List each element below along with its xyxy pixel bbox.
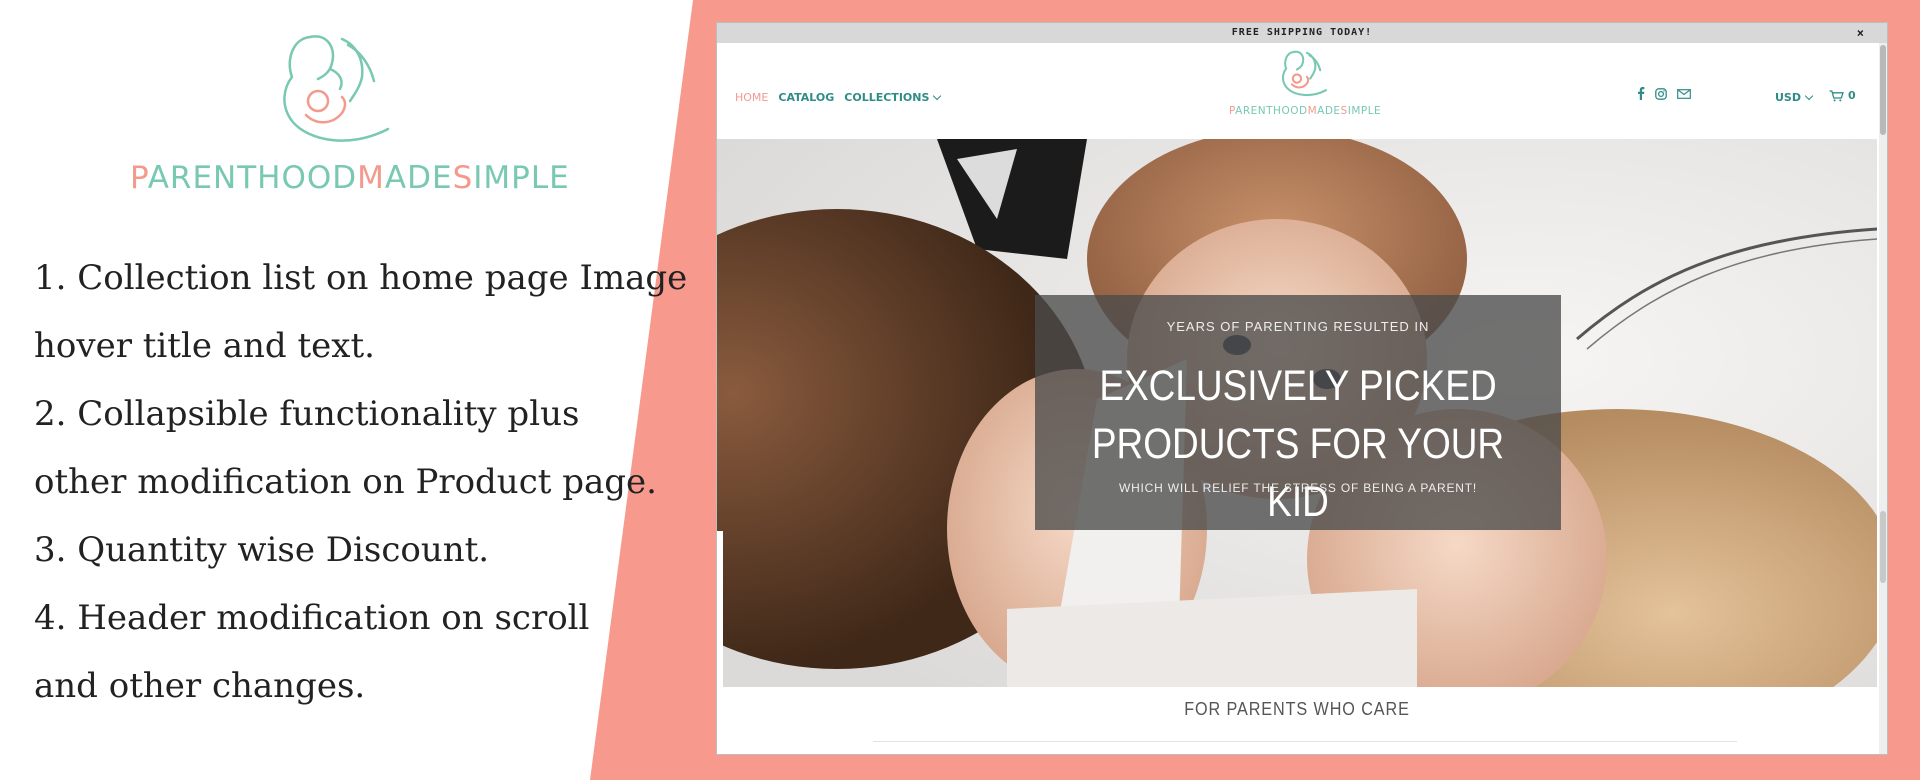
cart-icon (1829, 89, 1844, 101)
hero-headline: EXCLUSIVELY PICKED PRODUCTS FOR YOUR KID (1072, 357, 1524, 531)
currency-label: USD (1775, 91, 1801, 104)
scrollbar-thumb[interactable] (1880, 45, 1886, 135)
brand-wordmark-part: ADE (1317, 105, 1341, 117)
brand-wordmark-part: S (452, 160, 474, 196)
feature-line: 1. Collection list on home page Image (34, 258, 688, 298)
brand-wordmark-part: PARENTHOOD (1229, 105, 1308, 117)
feature-line: hover title and text. (34, 326, 375, 366)
hero-edge (717, 531, 723, 687)
chevron-down-icon (1804, 91, 1814, 101)
feature-line: and other changes. (34, 666, 366, 706)
parent-child-logo-icon (283, 35, 390, 142)
brand-wordmark-part: PARENTHOOD (130, 160, 357, 196)
brand-logo: PARENTHOODMADESIMPLE (130, 20, 569, 200)
brand-wordmark-part: M (357, 160, 385, 196)
brand-wordmark-part: S (1340, 105, 1348, 117)
scrollbar[interactable] (1879, 43, 1887, 754)
hero-text-overlay: YEARS OF PARENTING RESULTED IN EXCLUSIVE… (1035, 295, 1561, 530)
feature-list: 1. Collection list on home page Image ho… (34, 244, 688, 720)
nav-item-collections[interactable]: COLLECTIONS (844, 91, 942, 104)
site-logo[interactable]: PARENTHOODMADESIMPLE (1229, 47, 1382, 117)
brand-wordmark-part: ADE (384, 160, 453, 196)
nav-item-home[interactable]: HOME (735, 91, 768, 104)
announcement-bar: FREE SHIPPING TODAY! × (717, 23, 1887, 43)
feature-line: 4. Header modification on scroll (34, 598, 590, 638)
feature-line: 2. Collapsible functionality plus (34, 394, 580, 434)
cart-count: 0 (1848, 89, 1856, 102)
feature-line: other modification on Product page. (34, 462, 657, 502)
hero-subtext: WHICH WILL RELIEF THE STRESS OF BEING A … (1118, 481, 1478, 495)
website-screenshot: FREE SHIPPING TODAY! × HOME CATALOG COLL… (716, 22, 1888, 755)
brand-wordmark-part: IMPLE (1347, 105, 1382, 117)
currency-selector[interactable]: USD (1775, 91, 1814, 104)
site-logo-wordmark: PARENTHOODMADESIMPLE (1229, 105, 1382, 117)
hero-headline-line: EXCLUSIVELY PICKED (1099, 362, 1497, 410)
section-title: FOR PARENTS WHO CARE (1184, 699, 1410, 719)
brand-wordmark: PARENTHOODMADESIMPLE (130, 160, 569, 196)
scrollbar-thumb[interactable] (1880, 511, 1886, 583)
brand-wordmark-part: IMPLE (473, 160, 570, 196)
brand-wordmark-part: M (1307, 105, 1318, 117)
hero-headline-line: PRODUCTS FOR YOUR KID (1091, 420, 1505, 526)
brand-wordmark-rest: ARENTHOOD (1235, 105, 1308, 117)
close-icon[interactable]: × (1857, 23, 1865, 43)
announcement-text: FREE SHIPPING TODAY! (1231, 27, 1373, 38)
mail-icon[interactable] (1677, 88, 1691, 99)
nav-item-collections-label: COLLECTIONS (844, 91, 930, 104)
cart-button[interactable]: 0 (1829, 89, 1856, 102)
chevron-down-icon (933, 91, 942, 101)
social-links (1637, 87, 1691, 100)
feature-line: 3. Quantity wise Discount. (34, 530, 490, 570)
section-divider (873, 741, 1737, 742)
main-nav: HOME CATALOG COLLECTIONS (735, 91, 942, 104)
facebook-icon[interactable] (1637, 87, 1645, 100)
hero-banner[interactable]: YEARS OF PARENTING RESULTED IN EXCLUSIVE… (717, 139, 1877, 687)
hero-kicker: YEARS OF PARENTING RESULTED IN (1166, 319, 1430, 334)
brand-wordmark-rest: ARENTHOOD (147, 160, 358, 196)
brand-wordmark-initial: P (130, 160, 148, 196)
nav-item-catalog[interactable]: CATALOG (778, 91, 834, 104)
site-header: HOME CATALOG COLLECTIONS PARENTHOODMADES… (717, 43, 1877, 139)
instagram-icon[interactable] (1655, 87, 1667, 100)
parent-child-logo-icon (1281, 50, 1328, 97)
